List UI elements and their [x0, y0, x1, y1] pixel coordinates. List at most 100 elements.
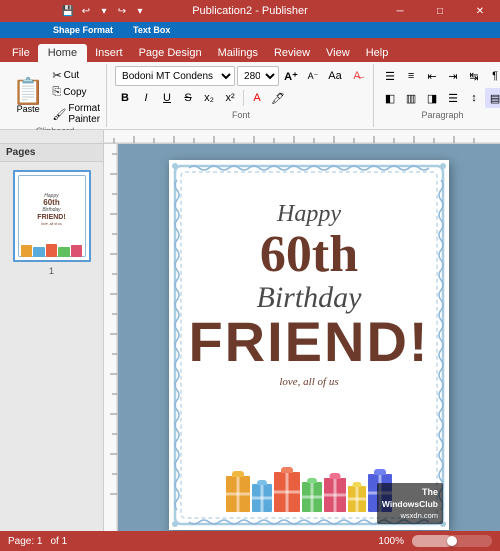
watermark-line3: wsxdn.com	[382, 511, 438, 522]
numbering-button[interactable]: ≡	[401, 66, 421, 86]
format-painter-button[interactable]: 🖌 Format Painter	[50, 102, 102, 126]
change-case-button[interactable]: Aa	[325, 66, 345, 86]
gift-1	[226, 476, 250, 512]
align-center-button[interactable]: ▥	[401, 88, 421, 108]
save-button[interactable]: 💾	[60, 3, 76, 19]
show-marks-button[interactable]: ¶	[485, 66, 500, 86]
undo-button[interactable]: ↩	[78, 3, 94, 19]
ruler-row	[0, 130, 500, 144]
card-60th-text: 60th	[260, 229, 358, 281]
status-bar: Page: 1 of 1 100%	[0, 531, 500, 551]
vertical-ruler	[104, 144, 118, 531]
paragraph-group-label: Paragraph	[380, 110, 500, 121]
align-left-button[interactable]: ◧	[380, 88, 400, 108]
contextual-tabs-bar: Shape Format Text Box	[0, 22, 500, 38]
tab-file[interactable]: File	[4, 44, 38, 62]
shading-button[interactable]: ▤	[485, 88, 500, 108]
tab-insert[interactable]: Insert	[87, 44, 131, 62]
redo-button[interactable]: ↪	[114, 3, 130, 19]
font-group-label: Font	[115, 110, 367, 121]
justify-button[interactable]: ☰	[443, 88, 463, 108]
page-number-1: 1	[49, 266, 54, 276]
copy-button[interactable]: ⎘ Copy	[50, 85, 102, 100]
paragraph-group: ☰ ≡ ⇤ ⇥ ↹ ¶ ◧ ▥ ◨ ☰ ↕ ▤ Paragraph	[376, 64, 500, 127]
pages-panel: Pages Happy 60th Birthday FRIEND! love, …	[0, 144, 104, 531]
italic-button[interactable]: I	[136, 88, 156, 108]
shape-format-tab-label[interactable]: Shape Format	[53, 25, 113, 35]
maximize-button[interactable]: □	[420, 0, 460, 22]
paste-icon: 📋	[12, 78, 44, 104]
underline-button[interactable]: U	[157, 88, 177, 108]
cut-icon: ✂	[52, 69, 61, 82]
clear-format-button[interactable]: A̶	[347, 66, 367, 86]
title-bar: 💾 ↩ ▾ ↪ ▾ Publication2 - Publisher ─ □ ✕	[0, 0, 500, 22]
gift-5	[324, 478, 346, 512]
strikethrough-button[interactable]: S	[178, 88, 198, 108]
canvas-area[interactable]: Happy 60th Birthday FRIEND! love, all of…	[118, 144, 500, 531]
card-happy-text: Happy	[277, 200, 341, 229]
font-name-select[interactable]: Bodoni MT Condens	[115, 66, 235, 86]
page-thumbnail-1[interactable]: Happy 60th Birthday FRIEND! love, all of…	[13, 170, 91, 262]
title-bar-text: Publication2 - Publisher	[192, 5, 308, 17]
subscript-button[interactable]: x₂	[199, 88, 219, 108]
undo-more-button[interactable]: ▾	[96, 3, 112, 19]
font-color-button[interactable]: A	[247, 88, 267, 108]
card-love-text: love, all of us	[279, 376, 338, 388]
clipboard-group: 📋 Paste ✂ Cut ⎘ Copy 🖌 Format Painter Cl…	[4, 64, 107, 127]
tab-mailings[interactable]: Mailings	[210, 44, 266, 62]
align-right-button[interactable]: ◨	[422, 88, 442, 108]
tab-view[interactable]: View	[318, 44, 358, 62]
ltr-button[interactable]: ↹	[464, 66, 484, 86]
ruler-corner	[0, 130, 104, 144]
main-area: Pages Happy 60th Birthday FRIEND! love, …	[0, 144, 500, 531]
ribbon-content: 📋 Paste ✂ Cut ⎘ Copy 🖌 Format Painter Cl…	[0, 62, 500, 130]
clipboard-small-buttons: ✂ Cut ⎘ Copy 🖌 Format Painter	[50, 66, 102, 126]
tab-review[interactable]: Review	[266, 44, 318, 62]
tab-page-design[interactable]: Page Design	[131, 44, 210, 62]
status-page: Page: 1	[8, 536, 42, 547]
paste-button[interactable]: 📋 Paste	[8, 76, 48, 116]
gift-4	[302, 482, 322, 512]
window-controls: ─ □ ✕	[380, 0, 500, 22]
highlight-button[interactable]: 🖊	[268, 88, 288, 108]
qat-more-button[interactable]: ▾	[132, 3, 148, 19]
gift-2	[252, 484, 272, 512]
pages-panel-header: Pages	[0, 144, 103, 162]
card-text-area: Happy 60th Birthday FRIEND! love, all of…	[189, 180, 429, 460]
card-friend-text: FRIEND!	[188, 314, 429, 370]
contextual-spacer	[4, 24, 13, 37]
gift-6	[348, 486, 366, 512]
watermark-line2: WindowsClub	[382, 499, 438, 511]
increase-indent-button[interactable]: ⇥	[443, 66, 463, 86]
status-zoom: 100%	[378, 536, 404, 547]
card-birthday-text: Birthday	[257, 281, 362, 314]
minimize-button[interactable]: ─	[380, 0, 420, 22]
gift-3	[274, 472, 300, 512]
close-button[interactable]: ✕	[460, 0, 500, 22]
bullets-button[interactable]: ☰	[380, 66, 400, 86]
tab-help[interactable]: Help	[358, 44, 397, 62]
shrink-font-button[interactable]: A⁻	[303, 66, 323, 86]
grow-font-button[interactable]: A⁺	[281, 66, 301, 86]
decrease-indent-button[interactable]: ⇤	[422, 66, 442, 86]
superscript-button[interactable]: x²	[220, 88, 240, 108]
horizontal-ruler	[104, 130, 500, 144]
line-spacing-button[interactable]: ↕	[464, 88, 484, 108]
zoom-slider-thumb[interactable]	[447, 536, 457, 546]
status-of: of 1	[50, 536, 67, 547]
cut-button[interactable]: ✂ Cut	[50, 68, 102, 83]
zoom-slider[interactable]	[412, 535, 492, 547]
font-size-select[interactable]: 280	[237, 66, 279, 86]
format-painter-icon: 🖌	[52, 108, 66, 121]
bold-button[interactable]: B	[115, 88, 135, 108]
watermark-line1: The	[382, 486, 438, 499]
pages-list: Happy 60th Birthday FRIEND! love, all of…	[0, 162, 103, 284]
paste-label: Paste	[17, 104, 40, 114]
watermark: The WindowsClub wsxdn.com	[377, 483, 443, 524]
ribbon-tab-bar: File Home Insert Page Design Mailings Re…	[0, 38, 500, 62]
document-page[interactable]: Happy 60th Birthday FRIEND! love, all of…	[169, 160, 449, 530]
text-box-tab-label[interactable]: Text Box	[133, 25, 170, 35]
font-group: Bodoni MT Condens 280 A⁺ A⁻ Aa A̶ B I U …	[109, 64, 374, 127]
tab-home[interactable]: Home	[38, 44, 87, 62]
copy-icon: ⎘	[52, 86, 61, 99]
